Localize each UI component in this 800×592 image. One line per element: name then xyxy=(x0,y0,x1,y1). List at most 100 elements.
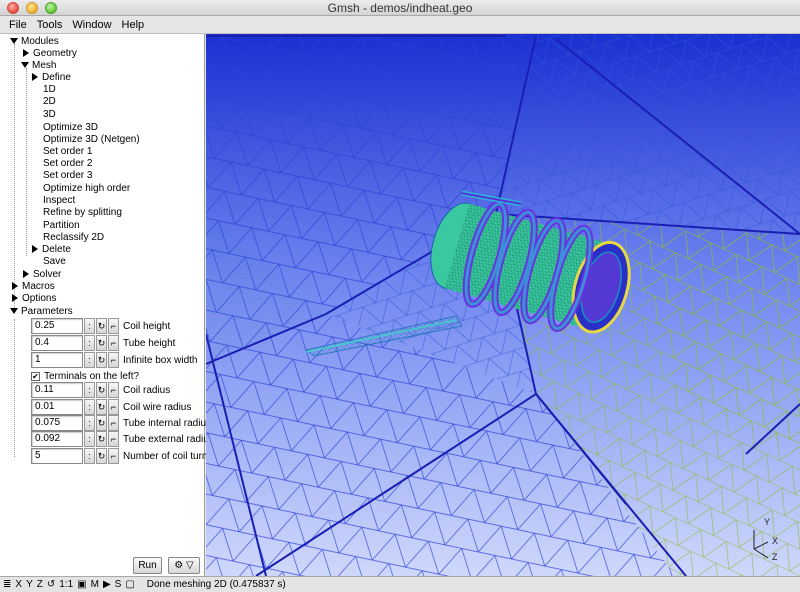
menu-toggle-icon[interactable]: ≣ xyxy=(3,579,11,590)
tree-item-set-order-2[interactable]: Set order 2 xyxy=(43,158,92,170)
status-message: Done meshing 2D (0.475837 s) xyxy=(146,579,286,590)
tree-item-3d[interactable]: 3D xyxy=(43,109,56,121)
loop-icon[interactable]: ↻ xyxy=(96,399,107,415)
param-menu-button[interactable]: : xyxy=(84,352,95,368)
tree-item-inspect[interactable]: Inspect xyxy=(43,195,75,207)
param-input[interactable]: 5 xyxy=(31,448,83,464)
tree-item-refine-by-splitting[interactable]: Refine by splitting xyxy=(43,207,122,219)
param-tube-height: 0.4 : ↻ ⌐ Tube height xyxy=(31,335,175,351)
run-button[interactable]: Run xyxy=(133,557,162,574)
tree-item-parameters[interactable]: Parameters xyxy=(10,306,73,318)
tree-item-macros[interactable]: Macros xyxy=(12,281,55,293)
selection-button[interactable]: S xyxy=(115,579,122,590)
terminals-checkbox-row[interactable]: ✔ Terminals on the left? xyxy=(31,370,139,382)
param-input[interactable]: 0.01 xyxy=(31,399,83,415)
tree-item-set-order-3[interactable]: Set order 3 xyxy=(43,170,92,182)
param-number-of-coil-turns: 5 : ↻ ⌐ Number of coil turns xyxy=(31,448,212,464)
param-label: Coil height xyxy=(123,320,171,332)
tree-item-1d[interactable]: 1D xyxy=(43,84,56,96)
param-menu-button[interactable]: : xyxy=(84,431,95,447)
terminals-label: Terminals on the left? xyxy=(44,370,140,382)
tree-item-2d[interactable]: 2D xyxy=(43,96,56,108)
param-input[interactable]: 0.092 xyxy=(31,431,83,447)
loop-icon[interactable]: ↻ xyxy=(96,431,107,447)
tree-item-options[interactable]: Options xyxy=(12,293,56,305)
param-coil-radius: 0.11 : ↻ ⌐ Coil radius xyxy=(31,382,170,398)
param-input[interactable]: 0.25 xyxy=(31,318,83,334)
expanded-icon xyxy=(10,308,18,315)
rotate-icon[interactable]: ↺ xyxy=(47,579,55,590)
collapsed-icon xyxy=(23,49,29,58)
tree-item-solver[interactable]: Solver xyxy=(23,269,61,281)
tree-item-optimize-3d-netgen[interactable]: Optimize 3D (Netgen) xyxy=(43,134,140,146)
mesh-rendering xyxy=(206,34,800,576)
param-menu-button[interactable]: : xyxy=(84,382,95,398)
param-input[interactable]: 0.075 xyxy=(31,415,83,431)
tree-item-optimize-3d[interactable]: Optimize 3D xyxy=(43,122,98,134)
param-label: Coil wire radius xyxy=(123,401,192,413)
menu-tools[interactable]: Tools xyxy=(32,19,68,31)
tree-item-geometry[interactable]: Geometry xyxy=(23,48,77,60)
param-menu-button[interactable]: : xyxy=(84,318,95,334)
graph-icon[interactable]: ⌐ xyxy=(108,399,119,415)
menu-window[interactable]: Window xyxy=(67,19,116,31)
tree-item-reclassify-2d[interactable]: Reclassify 2D xyxy=(43,232,104,244)
param-coil-height: 0.25 : ↻ ⌐ Coil height xyxy=(31,318,170,334)
graph-icon[interactable]: ⌐ xyxy=(108,431,119,447)
param-menu-button[interactable]: : xyxy=(84,415,95,431)
param-menu-button[interactable]: : xyxy=(84,448,95,464)
param-menu-button[interactable]: : xyxy=(84,335,95,351)
param-label: Tube height xyxy=(123,337,176,349)
tree-item-optimize-high-order[interactable]: Optimize high order xyxy=(43,183,130,195)
graph-icon[interactable]: ⌐ xyxy=(108,352,119,368)
tree-line xyxy=(14,44,15,312)
menu-help[interactable]: Help xyxy=(117,19,150,31)
mesh-button[interactable]: M xyxy=(91,579,99,590)
loop-icon[interactable]: ↻ xyxy=(96,318,107,334)
view-z-button[interactable]: Z xyxy=(37,579,43,590)
tree-item-mesh[interactable]: Mesh xyxy=(21,60,56,72)
terminals-checkbox[interactable]: ✔ xyxy=(31,371,40,381)
scale-1-1-button[interactable]: 1:1 xyxy=(59,579,73,590)
menu-bar: File Tools Window Help xyxy=(0,16,800,34)
status-bar: ≣ X Y Z ↺ 1:1 ▣ M ▶ S ▢ Done meshing 2D … xyxy=(0,576,800,592)
param-label: Tube internal radius xyxy=(123,417,212,429)
graph-icon[interactable]: ⌐ xyxy=(108,415,119,431)
gear-icon[interactable]: ⚙ ▽ xyxy=(168,557,200,574)
graph-icon[interactable]: ⌐ xyxy=(108,318,119,334)
graph-icon[interactable]: ⌐ xyxy=(108,382,119,398)
collapsed-icon xyxy=(32,73,38,82)
module-tree: Modules Geometry Mesh Define 1D 2D 3D Op… xyxy=(0,34,205,317)
loop-icon[interactable]: ↻ xyxy=(96,415,107,431)
param-input[interactable]: 0.4 xyxy=(31,335,83,351)
param-input[interactable]: 1 xyxy=(31,352,83,368)
tree-item-partition[interactable]: Partition xyxy=(43,220,80,232)
param-tube-external-radius: 0.092 : ↻ ⌐ Tube external radius xyxy=(31,431,214,447)
tree-item-save[interactable]: Save xyxy=(43,256,66,268)
tree-item-set-order-1[interactable]: Set order 1 xyxy=(43,146,92,158)
tree-item-modules[interactable]: Modules xyxy=(10,36,59,48)
param-input[interactable]: 0.11 xyxy=(31,382,83,398)
param-coil-wire-radius: 0.01 : ↻ ⌐ Coil wire radius xyxy=(31,399,191,415)
param-menu-button[interactable]: : xyxy=(84,399,95,415)
collapsed-icon xyxy=(12,282,18,291)
menu-file[interactable]: File xyxy=(4,19,32,31)
loop-icon[interactable]: ↻ xyxy=(96,382,107,398)
tree-item-delete[interactable]: Delete xyxy=(32,244,71,256)
snapshot-icon[interactable]: ▢ xyxy=(125,579,134,590)
loop-icon[interactable]: ↻ xyxy=(96,448,107,464)
graphics-viewport[interactable]: Y X Z xyxy=(206,34,800,576)
play-icon[interactable]: ▶ xyxy=(103,579,111,590)
tree-item-define[interactable]: Define xyxy=(32,72,71,84)
graph-icon[interactable]: ⌐ xyxy=(108,448,119,464)
graph-icon[interactable]: ⌐ xyxy=(108,335,119,351)
loop-icon[interactable]: ↻ xyxy=(96,335,107,351)
view-y-button[interactable]: Y xyxy=(26,579,33,590)
expanded-icon xyxy=(10,38,18,45)
collapsed-icon xyxy=(12,294,18,303)
expanded-icon xyxy=(21,62,29,69)
ortho-icon[interactable]: ▣ xyxy=(77,579,86,590)
view-x-button[interactable]: X xyxy=(15,579,22,590)
loop-icon[interactable]: ↻ xyxy=(96,352,107,368)
param-label: Infinite box width xyxy=(123,354,198,366)
